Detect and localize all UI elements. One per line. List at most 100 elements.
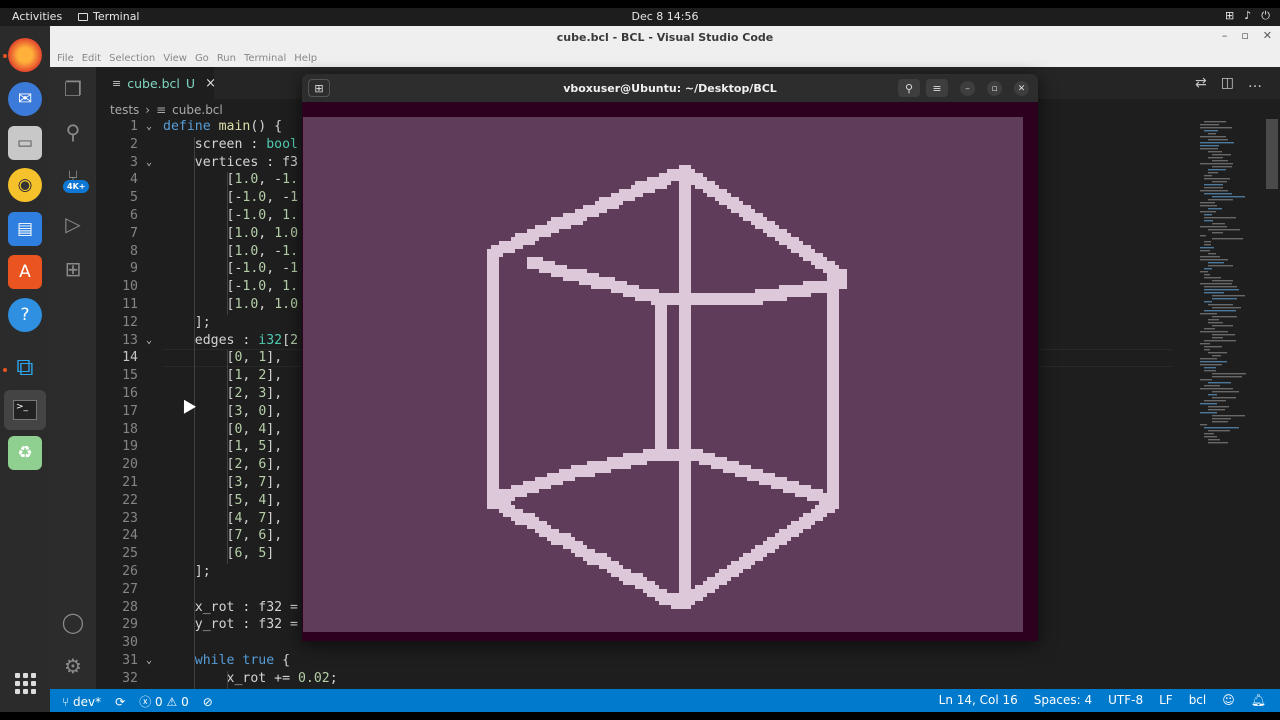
- minimap-line: [1204, 292, 1224, 294]
- window-titlebar[interactable]: cube.bcl - BCL - Visual Studio Code – ▫ …: [50, 26, 1280, 50]
- code-text: [1.0, 1.0: [163, 225, 299, 241]
- minimap-line: [1212, 196, 1245, 198]
- menu-item-file[interactable]: File: [53, 50, 78, 67]
- end-of-line[interactable]: LF: [1159, 693, 1173, 707]
- problems-status[interactable]: ⓧ 0 ⚠ 0: [139, 693, 189, 710]
- menu-item-run[interactable]: Run: [213, 50, 240, 67]
- code-line[interactable]: 31 ⌄ while true {: [96, 653, 1176, 671]
- minimap[interactable]: [1190, 119, 1266, 449]
- menu-item-terminal[interactable]: Terminal: [240, 50, 290, 67]
- search-icon[interactable]: ⚲: [898, 79, 920, 97]
- fold-chevron-icon[interactable]: ⌄: [146, 121, 152, 132]
- minimap-line: [1212, 154, 1231, 156]
- line-number: 12: [122, 314, 138, 330]
- code-text: ];: [163, 564, 211, 579]
- line-number: 24: [122, 528, 138, 544]
- rhythmbox-icon[interactable]: ◉: [8, 168, 42, 202]
- code-text: [1.0, -1.: [163, 172, 299, 188]
- minimap-line: [1200, 271, 1208, 273]
- minimap-line: [1200, 331, 1228, 333]
- terminal-body[interactable]: [302, 102, 1038, 641]
- terminal-headerbar[interactable]: ⊞ vboxuser@Ubuntu: ~/Desktop/BCL ⚲ ≡ – ▫…: [302, 74, 1038, 102]
- warning-icon: ⚠: [166, 695, 178, 709]
- minimap-line: [1208, 199, 1233, 201]
- encoding[interactable]: UTF-8: [1108, 693, 1143, 707]
- code-line[interactable]: 32 x_rot += 0.02;: [96, 671, 1176, 689]
- network-icon: ⊞: [1225, 9, 1235, 22]
- menu-item-edit[interactable]: Edit: [78, 50, 105, 67]
- branch-status[interactable]: ⑂ dev*: [62, 695, 101, 709]
- minimap-line: [1208, 172, 1218, 174]
- minimap-line: [1204, 277, 1221, 279]
- settings-gear-icon[interactable]: ⚙: [50, 646, 96, 686]
- maximize-icon[interactable]: ▫: [987, 81, 1002, 96]
- running-indicator: [3, 368, 7, 372]
- minimap-line: [1208, 169, 1226, 171]
- files-icon[interactable]: ▭: [8, 126, 42, 160]
- minimap-line: [1204, 178, 1230, 180]
- editor-scrollbar[interactable]: [1266, 119, 1278, 189]
- line-number: 17: [122, 403, 138, 419]
- language-mode[interactable]: bcl: [1189, 693, 1207, 707]
- menu-item-go[interactable]: Go: [191, 50, 213, 67]
- extensions-icon[interactable]: ⊞: [50, 249, 96, 289]
- split-editor-icon[interactable]: ◫: [1221, 75, 1234, 91]
- terminal-dock-item[interactable]: >_: [4, 390, 46, 430]
- minimap-line: [1200, 226, 1227, 228]
- breadcrumb-folder[interactable]: tests: [110, 103, 139, 117]
- fold-chevron-icon[interactable]: ⌄: [146, 655, 152, 666]
- code-text: [0, 4],: [163, 421, 283, 437]
- more-actions-icon[interactable]: …: [1248, 75, 1262, 91]
- minimap-line: [1208, 442, 1228, 444]
- fold-chevron-icon[interactable]: ⌄: [146, 157, 152, 168]
- menu-item-view[interactable]: View: [159, 50, 191, 67]
- explorer-icon[interactable]: ❐: [50, 69, 96, 109]
- power-icon: ⏻: [1261, 9, 1270, 22]
- minimap-line: [1204, 301, 1212, 303]
- show-apps-button[interactable]: [8, 666, 42, 700]
- minimap-line: [1208, 253, 1216, 255]
- firefox-icon[interactable]: [8, 38, 42, 72]
- code-text: y_rot : f32 =: [163, 617, 298, 633]
- line-number: 13: [122, 332, 138, 348]
- tab-close-icon[interactable]: ×: [205, 76, 216, 91]
- writer-icon[interactable]: ▤: [8, 212, 42, 246]
- minimap-line: [1200, 424, 1207, 426]
- code-text: [1.0, 1.0: [163, 297, 299, 312]
- menu-item-selection[interactable]: Selection: [105, 50, 159, 67]
- account-icon[interactable]: ◯: [50, 602, 96, 642]
- line-number: 18: [122, 421, 138, 437]
- maximize-icon[interactable]: ▫: [1241, 29, 1248, 42]
- trash-icon[interactable]: ♻: [8, 436, 42, 470]
- thunderbird-icon[interactable]: ✉: [8, 82, 42, 116]
- vscode-icon[interactable]: ⧉: [8, 350, 42, 384]
- minimize-icon[interactable]: –: [1222, 29, 1228, 42]
- help-icon[interactable]: ?: [8, 298, 42, 332]
- ports-icon[interactable]: ⊘: [203, 695, 213, 709]
- minimap-line: [1204, 130, 1218, 132]
- minimap-line: [1200, 364, 1222, 366]
- close-icon[interactable]: ✕: [1263, 29, 1272, 42]
- breadcrumb-file[interactable]: cube.bcl: [172, 103, 223, 117]
- run-debug-icon[interactable]: ▷: [50, 204, 96, 244]
- cursor-position[interactable]: Ln 14, Col 16: [939, 693, 1018, 707]
- app-center-icon[interactable]: A: [8, 255, 42, 289]
- minimap-line: [1208, 139, 1228, 141]
- sync-icon[interactable]: ⟳: [115, 695, 125, 709]
- hamburger-menu-icon[interactable]: ≡: [926, 79, 948, 97]
- clock[interactable]: Dec 8 14:56: [0, 10, 1280, 23]
- indentation[interactable]: Spaces: 4: [1034, 693, 1092, 707]
- feedback-icon[interactable]: ☺: [1222, 693, 1235, 707]
- search-icon[interactable]: ⚲: [50, 112, 96, 152]
- close-icon[interactable]: ✕: [1014, 81, 1029, 96]
- system-tray[interactable]: ⊞ ♪ ⏻: [1225, 9, 1270, 23]
- menu-item-help[interactable]: Help: [290, 50, 321, 67]
- minimize-icon[interactable]: –: [960, 81, 975, 96]
- minimap-line: [1200, 403, 1217, 405]
- terminal-icon: >_: [13, 400, 37, 420]
- tab-cube-bcl[interactable]: ≡ cube.bcl U ×: [96, 67, 216, 99]
- notifications-icon[interactable]: 🔔︎: [1251, 693, 1266, 707]
- code-text: while true {: [194, 653, 291, 668]
- fold-chevron-icon[interactable]: ⌄: [146, 335, 152, 346]
- compare-changes-icon[interactable]: ⇄: [1195, 75, 1207, 91]
